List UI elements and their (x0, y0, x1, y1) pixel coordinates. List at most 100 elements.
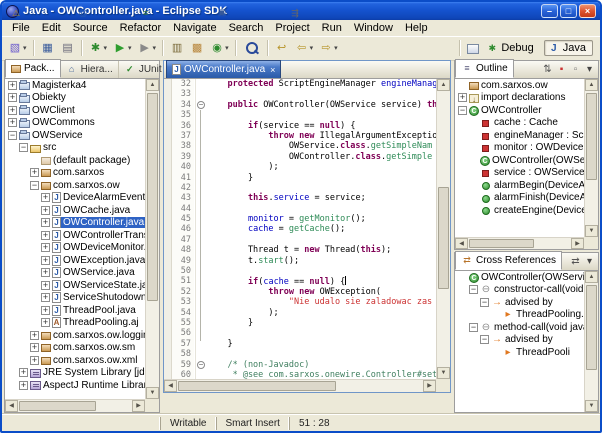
tab-outline[interactable]: Outline (455, 59, 514, 78)
scroll-down-icon[interactable]: ▼ (146, 387, 159, 399)
tree-item[interactable]: ThreadPooling.a (456, 309, 584, 322)
print-button[interactable]: ▤ (58, 38, 78, 59)
tree-item[interactable]: +Magisterka4 (6, 79, 145, 92)
new-class-button[interactable]: ◉▾ (207, 38, 232, 59)
editor-horizontal-scrollbar[interactable]: ◀ ▶ (164, 379, 436, 392)
scroll-left-icon[interactable]: ◀ (455, 238, 468, 249)
expand-icon[interactable]: + (41, 281, 50, 290)
tree-item[interactable]: alarmFinish(DeviceAlar (456, 192, 584, 205)
scroll-up-icon[interactable]: ▲ (585, 79, 598, 91)
scroll-down-icon[interactable]: ▼ (437, 367, 450, 379)
tree-item[interactable]: +DeviceAlarmEvent.java (6, 192, 145, 205)
expand-icon[interactable]: + (30, 356, 39, 365)
explorer-horizontal-scrollbar[interactable]: ◀ ▶ (5, 399, 145, 412)
tree-item[interactable]: +ServiceShutodownHo (6, 292, 145, 305)
tree-item[interactable]: createEngine(Device) : (456, 204, 584, 217)
collapse-icon[interactable]: − (458, 106, 467, 115)
tree-item[interactable]: −OWService (6, 129, 145, 142)
menu-item-source[interactable]: Source (67, 21, 114, 35)
close-button[interactable] (579, 4, 596, 18)
forward-button[interactable]: ⇨▾ (316, 38, 341, 59)
collapse-icon[interactable]: − (469, 323, 478, 332)
explorer-vertical-scrollbar[interactable]: ▲ ▼ (145, 79, 159, 399)
minimize-button[interactable] (541, 4, 558, 18)
tree-item[interactable]: com.sarxos.ow (456, 79, 584, 92)
expand-icon[interactable]: + (8, 93, 17, 102)
tab-owcontroller-java[interactable]: OWController.java× (166, 60, 281, 78)
tree-item[interactable]: −OWController (456, 104, 584, 117)
tree-item[interactable]: −src (6, 142, 145, 155)
editor-vertical-scrollbar[interactable]: ▲ ▼ (436, 79, 450, 379)
expand-icon[interactable]: + (30, 331, 39, 340)
expand-icon[interactable]: + (8, 81, 17, 90)
collapse-icon[interactable]: − (469, 285, 478, 294)
scroll-up-icon[interactable]: ▲ (437, 79, 450, 91)
external-tools-button[interactable]: ▶▾ (135, 38, 160, 59)
tree-item[interactable]: +com.sarxos.ow.sm (6, 342, 145, 355)
hide-static-icon[interactable]: ▫ (569, 62, 582, 77)
outline-vertical-scrollbar[interactable]: ▲ ▼ (584, 79, 598, 237)
menu-item-window[interactable]: Window (348, 21, 399, 35)
expand-icon[interactable]: + (41, 206, 50, 215)
expand-icon[interactable]: + (19, 381, 28, 390)
view-menu-icon[interactable]: ▾ (583, 62, 596, 77)
perspective-java-button[interactable]: Java (544, 40, 593, 56)
tree-item[interactable]: −advised by (456, 296, 584, 309)
tree-item[interactable]: +ThreadPool.java (6, 304, 145, 317)
run-button[interactable]: ▶▾ (110, 38, 135, 59)
tab-hiera[interactable]: Hiera... (61, 61, 119, 78)
back-button[interactable]: ⇦▾ (292, 38, 317, 59)
tree-item[interactable]: +OWControllerTranspa (6, 229, 145, 242)
tree-item[interactable]: +ThreadPooling.aj (6, 317, 145, 330)
search-button[interactable] (240, 38, 264, 59)
tree-item[interactable]: alarmBegin(DeviceAlarm (456, 179, 584, 192)
fold-collapse-icon[interactable]: − (197, 361, 205, 369)
tree-item[interactable]: −advised by (456, 334, 584, 347)
tree-item[interactable]: +com.sarxos.ow.logging (6, 329, 145, 342)
tree-item[interactable]: monitor : OWDeviceMon (456, 142, 584, 155)
fold-collapse-icon[interactable]: − (197, 101, 205, 109)
tab-pack[interactable]: Pack... (5, 59, 61, 78)
new-wizard-button[interactable]: ▧▾ (5, 38, 30, 59)
tree-item[interactable]: +OWController.java (6, 217, 145, 230)
perspective-debug-button[interactable]: Debug (482, 40, 540, 56)
collapse-icon[interactable]: − (8, 131, 17, 140)
tree-item[interactable]: OWController(OWServic (456, 154, 584, 167)
editor-fold-ruler[interactable]: −− (195, 79, 207, 379)
view-menu-icon[interactable]: ▾ (583, 254, 596, 269)
expand-icon[interactable]: + (41, 218, 50, 227)
expand-icon[interactable]: + (41, 243, 50, 252)
outline-horizontal-scrollbar[interactable]: ◀ ▶ (455, 237, 584, 249)
tab-junit[interactable]: JUnit (119, 61, 168, 78)
tree-item[interactable]: cache : Cache (456, 117, 584, 130)
tree-item[interactable]: +OWClient (6, 104, 145, 117)
expand-icon[interactable]: + (458, 93, 467, 102)
collapse-icon[interactable]: − (30, 181, 39, 190)
editor-code[interactable]: protected ScriptEngineManager engineMana… (207, 79, 436, 379)
tab-cross-references[interactable]: Cross References (455, 251, 562, 270)
expand-icon[interactable]: + (8, 118, 17, 127)
tree-item[interactable]: +AspectJ Runtime Library (6, 379, 145, 392)
tree-item[interactable]: engineManager : ScriptE (456, 129, 584, 142)
xref-vertical-scrollbar[interactable]: ▲ ▼ (584, 271, 598, 412)
tree-item[interactable]: +OWService.java (6, 267, 145, 280)
last-edit-location-button[interactable]: ↩ (272, 38, 292, 59)
tree-item[interactable]: +OWException.java (6, 254, 145, 267)
tree-item[interactable]: (default package) (6, 154, 145, 167)
tree-item[interactable]: +OWDeviceMonitor.java (6, 242, 145, 255)
scroll-up-icon[interactable]: ▲ (585, 271, 598, 283)
menu-item-help[interactable]: Help (399, 21, 434, 35)
expand-icon[interactable]: + (41, 256, 50, 265)
scroll-down-icon[interactable]: ▼ (585, 225, 598, 237)
link-with-editor-icon[interactable]: ⇄ (569, 254, 582, 269)
menu-item-project[interactable]: Project (269, 21, 315, 35)
scroll-right-icon[interactable]: ▶ (571, 238, 584, 249)
save-button[interactable]: ▦ (38, 38, 58, 59)
expand-icon[interactable]: + (41, 193, 50, 202)
tree-item[interactable]: +OWServiceState.java (6, 279, 145, 292)
expand-icon[interactable]: + (30, 168, 39, 177)
collapse-icon[interactable]: − (480, 335, 489, 344)
new-package-button[interactable]: ▩ (187, 38, 207, 59)
tree-item[interactable]: OWController(OWService) (456, 271, 584, 284)
menu-item-search[interactable]: Search (223, 21, 270, 35)
